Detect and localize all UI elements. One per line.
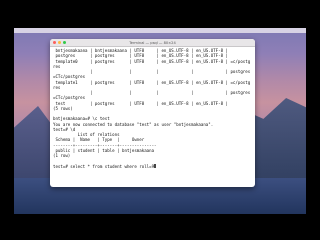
terminal-window[interactable]: Terminal — psql — 80×24 bntjesmakaana | … xyxy=(50,39,255,187)
menu-bar[interactable] xyxy=(14,28,306,33)
desktop[interactable]: Terminal — psql — 80×24 bntjesmakaana | … xyxy=(14,28,306,214)
window-title: Terminal — psql — 80×24 xyxy=(129,41,176,45)
terminal-line: template1 | postgres | UTF8 | en_US.UTF-… xyxy=(53,79,251,85)
terminal-line: test | postgres | UTF8 | en_US.UTF-8 | e… xyxy=(53,100,228,106)
terminal-line: postgres | postgres | UTF8 | en_US.UTF-8… xyxy=(53,53,228,59)
title-bar[interactable]: Terminal — psql — 80×24 xyxy=(50,39,255,47)
terminal-output[interactable]: bntjesmakaana | bntjesmakaana | UTF8 | e… xyxy=(50,47,255,170)
terminal-line: test=# select * from student where roll=… xyxy=(53,164,252,169)
terminal-line: template0 | postgres | UTF8 | en_US.UTF-… xyxy=(53,58,251,64)
text-cursor xyxy=(154,164,157,168)
